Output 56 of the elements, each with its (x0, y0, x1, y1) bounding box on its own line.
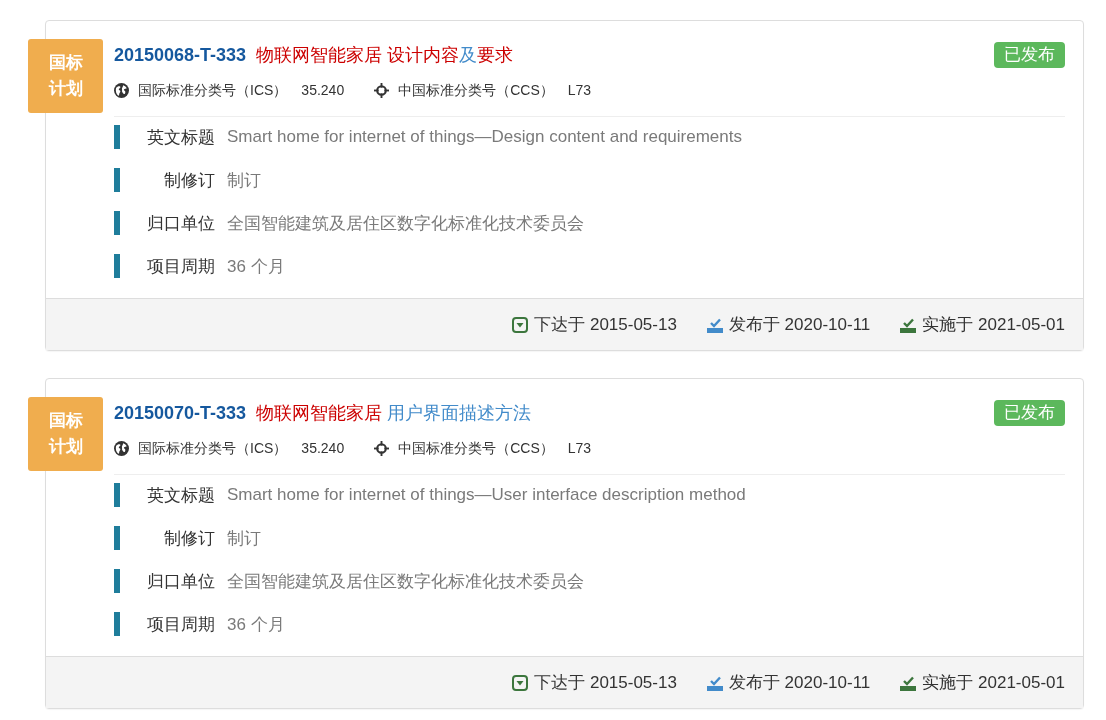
field-label: 英文标题 (146, 126, 215, 149)
category-badge: 国标计划 (28, 397, 103, 471)
field-label: 项目周期 (146, 613, 215, 636)
standard-code-link[interactable]: 20150068-T-333 (114, 45, 247, 66)
accent-bar-icon (114, 211, 120, 235)
field-label: 制修订 (163, 169, 215, 192)
status-badge: 已发布 (994, 42, 1065, 68)
field-value: 制订 (227, 527, 261, 550)
accent-bar-icon (114, 612, 120, 636)
date-text: 下达于 2015-05-13 (534, 672, 677, 694)
field-value: Smart home for internet of things—User interface description method (227, 485, 746, 505)
classification-value: 35.240 (301, 81, 345, 100)
accent-bar-icon (114, 168, 120, 192)
classification-label: 中国标准分类号（CCS） (398, 81, 554, 100)
category-badge: 国标计划 (28, 39, 103, 113)
date-text: 下达于 2015-05-13 (534, 314, 677, 336)
field-label: 归口单位 (146, 212, 215, 235)
date-text: 实施于 2021-05-01 (922, 672, 1065, 694)
date-text: 发布于 2020-10-11 (728, 314, 871, 336)
crosshair-icon (374, 440, 390, 456)
check-bar-icon (900, 674, 917, 691)
field-value: 36 个月 (227, 255, 285, 278)
classification-value: 35.240 (301, 439, 345, 458)
classification-label: 中国标准分类号（CCS） (398, 439, 554, 458)
date-text: 实施于 2021-05-01 (922, 314, 1065, 336)
classification-value: L73 (567, 81, 592, 100)
field-value: 全国智能建筑及居住区数字化标准化技术委员会 (227, 570, 584, 593)
classification-label: 国际标准分类号（ICS） (138, 439, 288, 458)
field-value: 全国智能建筑及居住区数字化标准化技术委员会 (227, 212, 584, 235)
field-label: 归口单位 (146, 570, 215, 593)
accent-bar-icon (114, 526, 120, 550)
check-bar-icon (706, 316, 723, 333)
classification-value: L73 (567, 439, 592, 458)
globe-icon (114, 440, 129, 456)
date-text: 发布于 2020-10-11 (728, 672, 871, 694)
accent-bar-icon (114, 483, 120, 507)
down-arrow-square-icon (512, 316, 529, 333)
accent-bar-icon (114, 254, 120, 278)
standard-title-link[interactable]: 物联网智能家居 用户界面描述方法 (256, 401, 532, 425)
classification-label: 国际标准分类号（ICS） (138, 81, 288, 100)
field-label: 英文标题 (146, 484, 215, 507)
check-bar-icon (900, 316, 917, 333)
field-value: 36 个月 (227, 613, 285, 636)
accent-bar-icon (114, 569, 120, 593)
standard-code-link[interactable]: 20150070-T-333 (114, 403, 247, 424)
status-badge: 已发布 (994, 400, 1065, 426)
globe-icon (114, 82, 129, 98)
accent-bar-icon (114, 125, 120, 149)
check-bar-icon (706, 674, 723, 691)
field-label: 制修订 (163, 527, 215, 550)
down-arrow-square-icon (512, 674, 529, 691)
standard-title-link[interactable]: 物联网智能家居 设计内容及要求 (256, 43, 514, 67)
field-label: 项目周期 (146, 255, 215, 278)
crosshair-icon (374, 82, 390, 98)
field-value: 制订 (227, 169, 261, 192)
field-value: Smart home for internet of things—Design content and requirements (227, 127, 742, 147)
